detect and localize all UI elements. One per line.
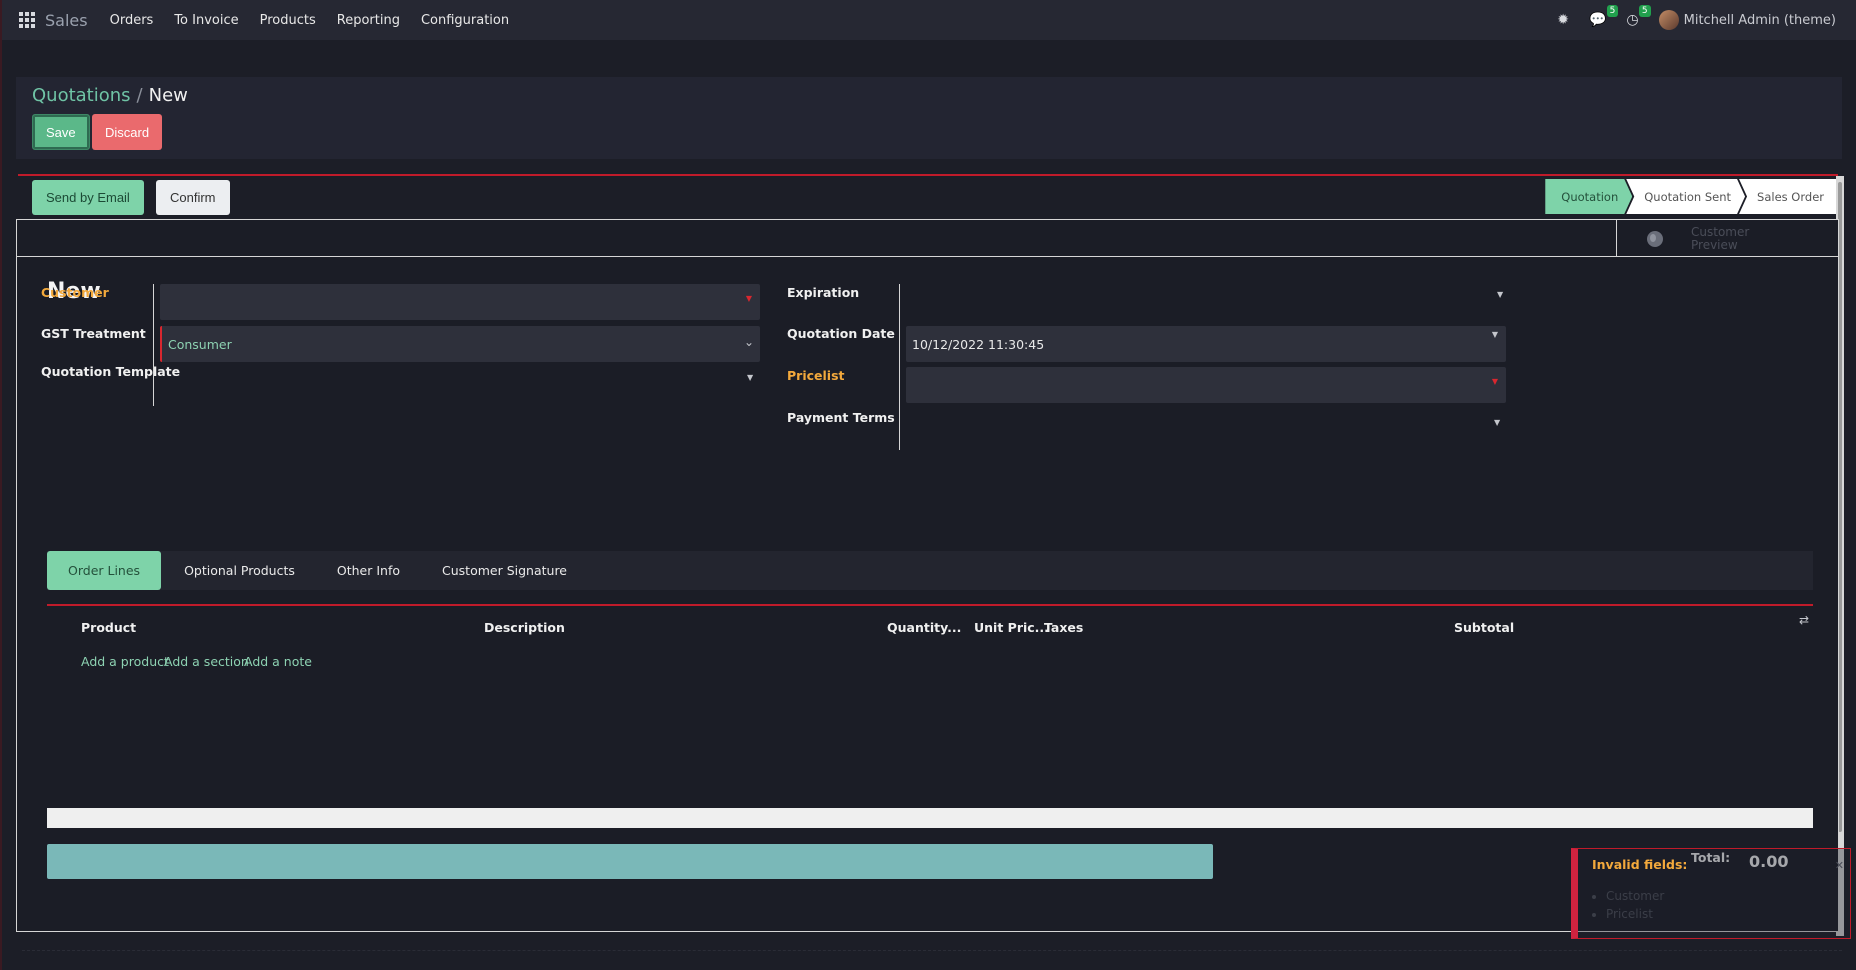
- breadcrumb: Quotations / New: [32, 85, 188, 106]
- caret-down-icon[interactable]: ▼: [746, 294, 752, 303]
- add-section-link[interactable]: Add a section: [164, 654, 249, 669]
- terms-note-field[interactable]: [47, 844, 1213, 879]
- right-group-divider: [899, 284, 900, 450]
- messages-badge: 5: [1606, 5, 1619, 17]
- smart-button-box: Customer Preview: [17, 220, 1838, 257]
- column-subtotal[interactable]: Subtotal: [1454, 620, 1514, 635]
- date-caret-icon[interactable]: ▼: [1492, 330, 1498, 339]
- column-quantity[interactable]: Quantity...: [887, 620, 961, 635]
- list-item: Pricelist: [1606, 905, 1664, 923]
- menu-products[interactable]: Products: [260, 13, 316, 28]
- quotation-template-label: Quotation Template: [41, 364, 181, 379]
- notebook-tabs: Order Lines Optional Products Other Info…: [47, 551, 1813, 590]
- column-taxes[interactable]: Taxes: [1044, 620, 1083, 635]
- activities-badge: 5: [1638, 5, 1651, 17]
- user-name: Mitchell Admin (theme): [1683, 12, 1836, 28]
- menu-reporting[interactable]: Reporting: [337, 13, 400, 28]
- expiration-label: Expiration: [787, 285, 860, 300]
- gst-treatment-select[interactable]: Consumer ⌄: [160, 326, 760, 362]
- tab-order-lines[interactable]: Order Lines: [47, 551, 162, 590]
- step-quotation[interactable]: Quotation: [1545, 179, 1632, 214]
- chat-icon[interactable]: 💬 5: [1589, 5, 1619, 28]
- user-menu[interactable]: Mitchell Admin (theme): [1658, 10, 1836, 30]
- step-quotation-sent[interactable]: Quotation Sent: [1626, 179, 1745, 214]
- notification-title: Invalid fields:: [1592, 857, 1688, 872]
- caret-down-icon[interactable]: ▼: [1492, 377, 1498, 386]
- column-unit-price[interactable]: Unit Pric...: [974, 620, 1049, 635]
- bug-icon[interactable]: ✹: [1557, 12, 1569, 28]
- confirm-button[interactable]: Confirm: [156, 180, 230, 215]
- avatar: [1658, 10, 1679, 30]
- close-icon[interactable]: ✕: [1835, 859, 1844, 872]
- customer-preview-label: Customer Preview: [1691, 224, 1750, 252]
- tab-other-info[interactable]: Other Info: [316, 551, 421, 590]
- clock-icon[interactable]: ◷ 5: [1626, 5, 1651, 28]
- optional-columns-icon[interactable]: ⇄: [1799, 613, 1809, 627]
- invalid-fields-notification: Invalid fields: ✕ Customer Pricelist: [1571, 848, 1851, 939]
- horizontal-scrollbar[interactable]: [47, 808, 1813, 828]
- save-button[interactable]: Save: [32, 114, 90, 150]
- breadcrumb-quotations[interactable]: Quotations: [32, 85, 131, 106]
- customer-preview-button[interactable]: Customer Preview: [1616, 220, 1838, 257]
- template-caret-icon[interactable]: ▼: [747, 373, 753, 382]
- apps-menu-icon[interactable]: [19, 12, 35, 28]
- step-sales-order[interactable]: Sales Order: [1739, 179, 1838, 214]
- customer-label: Customer: [41, 285, 109, 300]
- menu-to-invoice[interactable]: To Invoice: [174, 13, 238, 28]
- column-product[interactable]: Product: [81, 620, 136, 635]
- menu-orders[interactable]: Orders: [110, 13, 154, 28]
- breadcrumb-current: New: [148, 85, 188, 106]
- globe-icon: [1647, 230, 1663, 247]
- add-note-link[interactable]: Add a note: [244, 654, 312, 669]
- pricelist-label: Pricelist: [787, 368, 845, 383]
- app-brand[interactable]: Sales: [45, 11, 88, 30]
- menu-configuration[interactable]: Configuration: [421, 13, 509, 28]
- gst-treatment-label: GST Treatment: [41, 326, 146, 341]
- column-description[interactable]: Description: [484, 620, 565, 635]
- quotation-date-value: 10/12/2022 11:30:45: [912, 336, 1045, 352]
- gst-treatment-value: Consumer: [168, 336, 232, 352]
- form-statusbar: Send by Email Confirm Quotation Quotatio…: [18, 176, 1838, 219]
- expiration-caret-icon[interactable]: ▼: [1497, 290, 1503, 299]
- chevron-down-icon[interactable]: ⌄: [744, 335, 754, 349]
- breadcrumb-separator: /: [136, 85, 143, 106]
- chatter-area: [22, 950, 1842, 960]
- order-lines-table: Product Description Quantity... Unit Pri…: [47, 604, 1813, 816]
- discard-button[interactable]: Discard: [92, 114, 163, 150]
- left-group-divider: [153, 284, 154, 406]
- list-item: Customer: [1606, 887, 1664, 905]
- status-steps: Quotation Quotation Sent Sales Order: [1551, 179, 1838, 214]
- send-by-email-button[interactable]: Send by Email: [32, 180, 144, 215]
- tab-customer-signature[interactable]: Customer Signature: [421, 551, 588, 590]
- payment-terms-label: Payment Terms: [787, 410, 895, 425]
- tab-optional-products[interactable]: Optional Products: [163, 551, 316, 590]
- quotation-date-field[interactable]: 10/12/2022 11:30:45 ▼: [906, 326, 1506, 362]
- payment-terms-caret-icon[interactable]: ▼: [1494, 418, 1500, 427]
- pricelist-field[interactable]: ▼: [906, 367, 1506, 403]
- add-product-link[interactable]: Add a product: [81, 654, 169, 669]
- control-panel: Quotations / New Save Discard: [16, 77, 1842, 159]
- quotation-date-label: Quotation Date: [787, 326, 895, 341]
- invalid-fields-list: Customer Pricelist: [1606, 887, 1664, 923]
- top-navbar: Sales Orders To Invoice Products Reporti…: [2, 0, 1856, 40]
- customer-field[interactable]: ▼: [160, 284, 760, 320]
- form-sheet: Customer Preview New Customer GST Treatm…: [16, 219, 1839, 932]
